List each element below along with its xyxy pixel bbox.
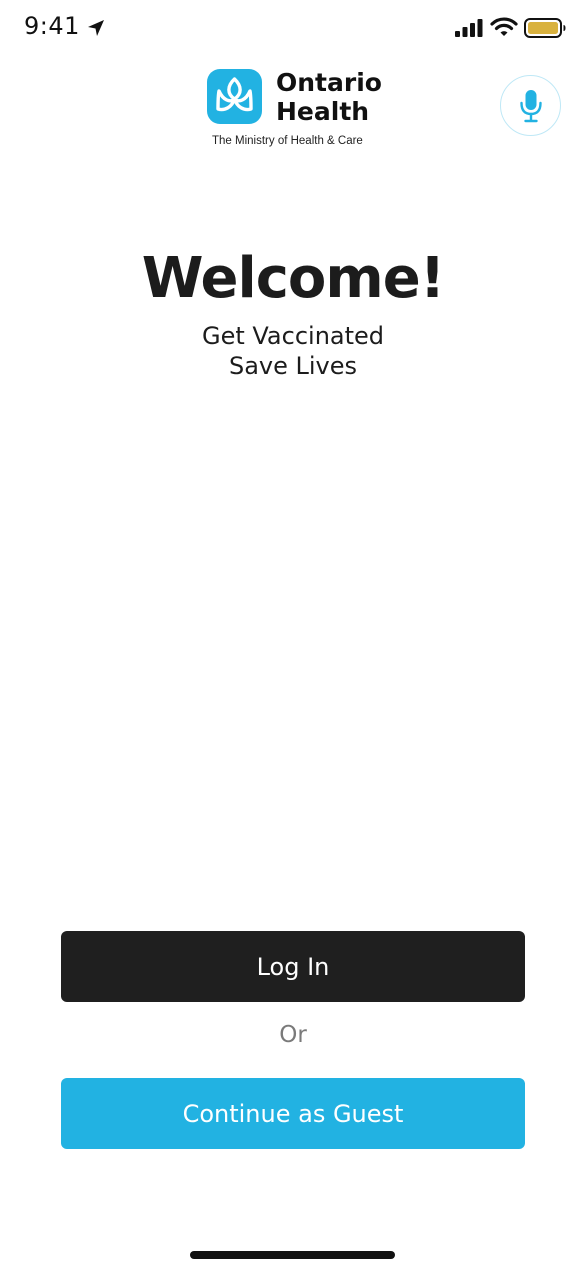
or-separator: Or xyxy=(279,1022,307,1048)
subtitle-line-2: Save Lives xyxy=(228,352,358,380)
continue-as-guest-button[interactable]: Continue as Guest xyxy=(61,1078,525,1149)
welcome-title: Welcome! xyxy=(141,246,446,311)
logo-name: Ontario Health xyxy=(276,68,382,126)
microphone-icon xyxy=(519,89,542,122)
subtitle-line-1: Get Vaccinated xyxy=(201,322,385,350)
ontario-health-logo: Ontario Health The Ministry of Health & … xyxy=(207,68,387,153)
status-bar: 9:41 xyxy=(0,0,586,56)
log-in-button[interactable]: Log In xyxy=(61,931,525,1002)
voice-input-button[interactable] xyxy=(500,75,561,136)
battery-icon xyxy=(524,17,566,39)
trillium-icon xyxy=(207,69,262,124)
wifi-icon xyxy=(490,16,518,38)
cellular-signal-icon xyxy=(454,18,484,38)
location-arrow-icon xyxy=(86,18,106,38)
logo-tagline: The Ministry of Health & Care xyxy=(212,135,363,147)
status-time: 9:41 xyxy=(24,12,80,40)
home-indicator[interactable] xyxy=(190,1251,395,1259)
